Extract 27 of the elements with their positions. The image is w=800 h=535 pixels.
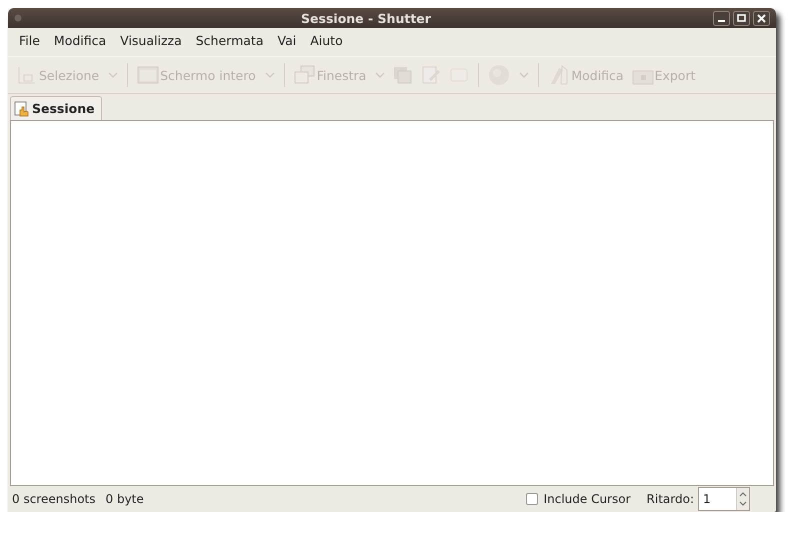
window-title: Sessione - Shutter [300, 10, 432, 26]
checkbox-label: Include Cursor [544, 492, 631, 506]
window-icon [294, 65, 316, 85]
maximize-icon[interactable] [733, 10, 750, 26]
selection-icon [16, 65, 38, 85]
edit-icon [421, 65, 442, 85]
draw-icon [548, 64, 570, 86]
menu-item[interactable]: Vai [270, 32, 304, 48]
caret-icon [264, 71, 275, 79]
menu-item[interactable]: Schermata [188, 32, 270, 48]
delay-label: Ritardo: [646, 492, 694, 506]
minimize-icon[interactable] [713, 10, 730, 26]
menu-item[interactable]: Aiuto [303, 32, 350, 48]
delay-spinner[interactable]: 1 [698, 487, 750, 511]
menu-item[interactable]: Visualizza [113, 32, 189, 48]
screenshot-count: 0 screenshots [12, 492, 96, 506]
close-icon[interactable] [753, 10, 770, 26]
session-icon [14, 100, 30, 116]
caret-icon [519, 71, 530, 79]
caret-icon [375, 71, 386, 79]
screen-icon [137, 65, 160, 85]
caret-icon [108, 71, 118, 79]
menu-item[interactable]: Modifica [46, 32, 114, 48]
total-size: 0 byte [106, 492, 145, 506]
menu-item[interactable]: File [12, 32, 47, 48]
checkbox[interactable] [526, 493, 538, 505]
tab[interactable]: Sessione [10, 96, 102, 120]
